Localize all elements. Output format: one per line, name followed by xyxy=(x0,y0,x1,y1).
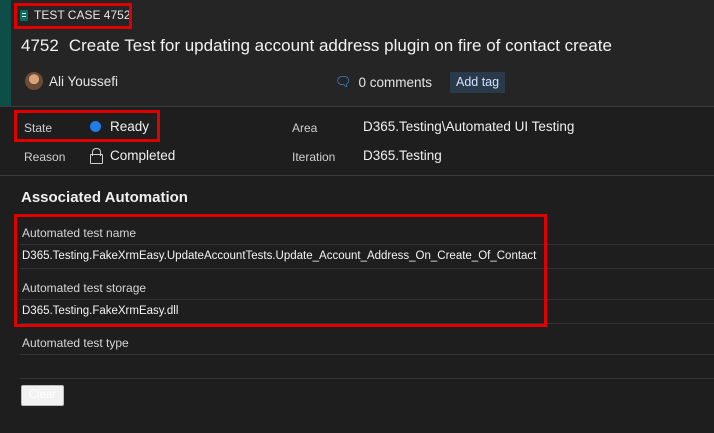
assigned-to[interactable]: Ali Youssefi xyxy=(25,72,118,90)
test-name-label: Automated test name xyxy=(22,226,137,240)
add-tag-button[interactable]: Add tag xyxy=(450,72,506,93)
area-label: Area xyxy=(292,121,318,135)
test-name-field[interactable]: D365.Testing.FakeXrmEasy.UpdateAccountTe… xyxy=(20,244,714,269)
work-item-type-label: TEST CASE 4752 xyxy=(34,8,131,22)
clear-button[interactable]: Clear xyxy=(21,385,64,406)
test-storage-field[interactable]: D365.Testing.FakeXrmEasy.dll xyxy=(20,299,714,324)
iteration-field[interactable]: D365.Testing xyxy=(363,148,442,163)
divider xyxy=(0,175,714,176)
state-dot-icon xyxy=(90,121,101,132)
state-label: State xyxy=(24,121,53,135)
fields-panel xyxy=(0,107,714,175)
comment-icon: 🗨 xyxy=(335,74,352,89)
work-item-color-strip xyxy=(0,0,11,107)
comments-count: 0 comments xyxy=(358,74,433,90)
area-field[interactable]: D365.Testing\Automated UI Testing xyxy=(363,119,574,134)
comments-link[interactable]: 🗨 0 comments xyxy=(335,74,432,90)
lock-icon xyxy=(90,148,103,164)
section-title-associated-automation: Associated Automation xyxy=(21,189,188,206)
work-item-id: 4752 xyxy=(21,36,59,55)
work-item-title: Create Test for updating account address… xyxy=(68,36,612,55)
page-title[interactable]: 4752 Create Test for updating account add… xyxy=(21,36,612,56)
test-type-field[interactable] xyxy=(20,354,714,379)
work-item-type-badge: TEST CASE 4752 xyxy=(20,8,131,22)
reason-field[interactable]: Completed xyxy=(110,148,175,163)
test-storage-label: Automated test storage xyxy=(22,281,147,295)
reason-label: Reason xyxy=(24,150,66,164)
author-name: Ali Youssefi xyxy=(49,73,119,89)
iteration-label: Iteration xyxy=(292,150,336,164)
test-type-label: Automated test type xyxy=(22,336,129,350)
state-dropdown[interactable]: Ready xyxy=(110,119,149,134)
avatar xyxy=(25,72,43,90)
test-case-icon xyxy=(20,9,28,21)
